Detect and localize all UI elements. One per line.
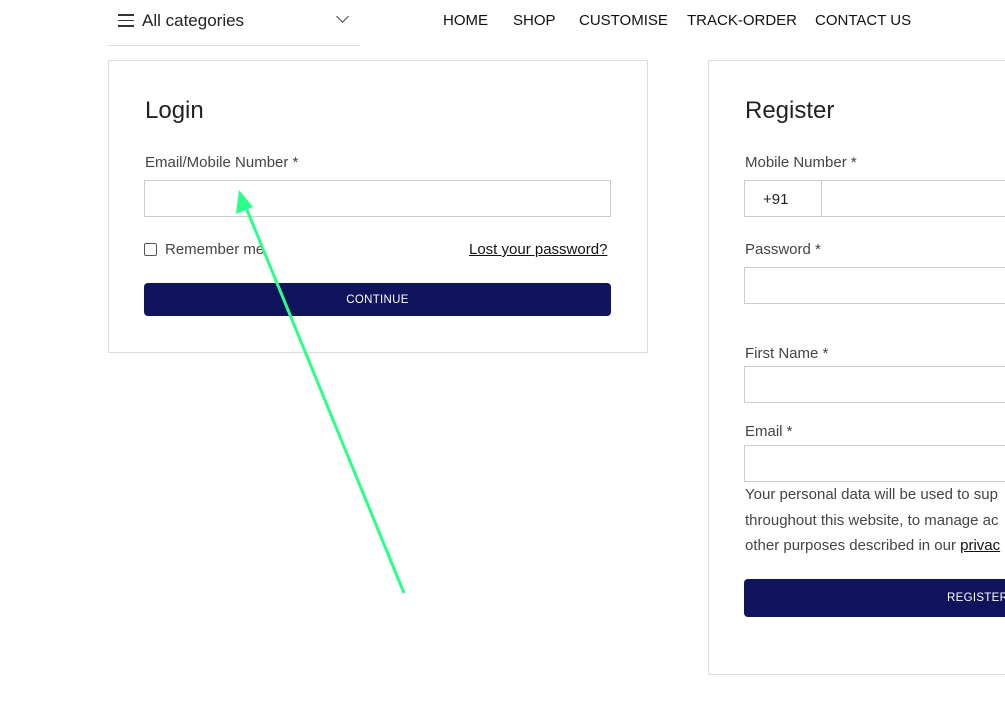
annotation-arrow-icon bbox=[236, 190, 406, 594]
